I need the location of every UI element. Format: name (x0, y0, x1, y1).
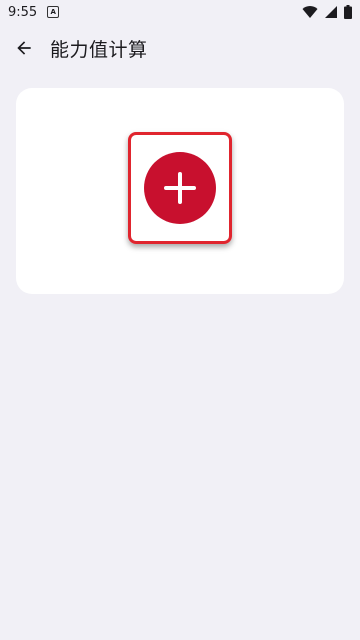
wifi-icon (302, 6, 318, 19)
status-left: 9:55 A (8, 4, 60, 20)
add-button[interactable] (128, 132, 232, 244)
top-app-bar: 能力值计算 (0, 24, 360, 72)
add-circle[interactable] (144, 152, 216, 224)
status-right (302, 5, 352, 19)
status-time: 9:55 (8, 4, 38, 20)
notification-a-icon: A (47, 6, 60, 18)
status-bar: 9:55 A (0, 0, 360, 24)
signal-icon (325, 6, 337, 18)
add-icon (164, 172, 196, 204)
arrow-back-icon (17, 41, 31, 55)
back-button[interactable] (0, 24, 48, 72)
content-card (16, 88, 344, 294)
page-title: 能力值计算 (50, 38, 148, 61)
battery-icon (344, 5, 352, 19)
